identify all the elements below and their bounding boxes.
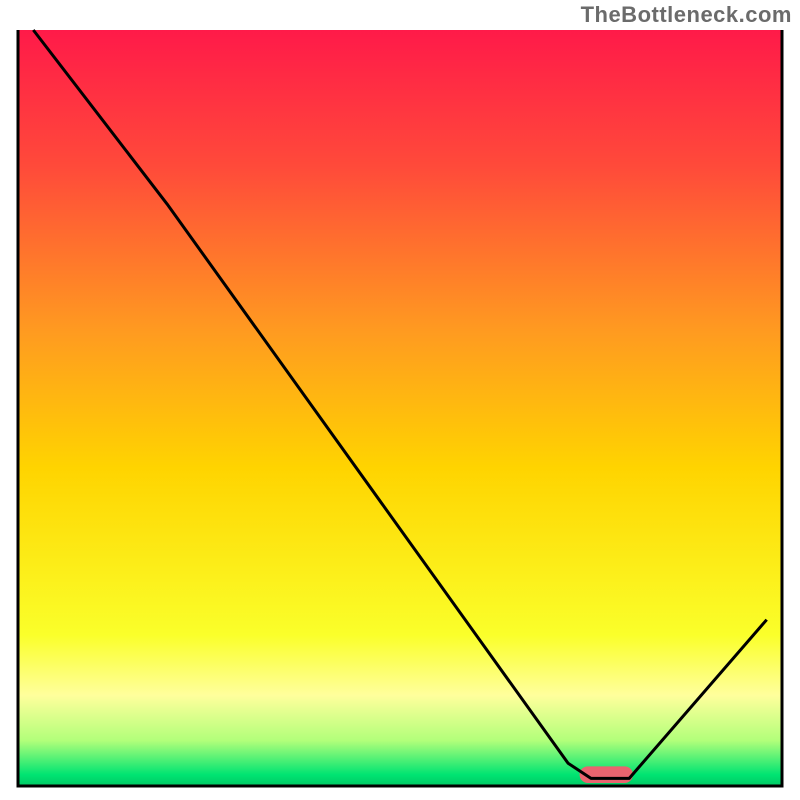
chart-container: TheBottleneck.com bbox=[0, 0, 800, 800]
watermark-text: TheBottleneck.com bbox=[581, 2, 792, 28]
chart-svg bbox=[0, 0, 800, 800]
plot-background bbox=[18, 30, 782, 786]
